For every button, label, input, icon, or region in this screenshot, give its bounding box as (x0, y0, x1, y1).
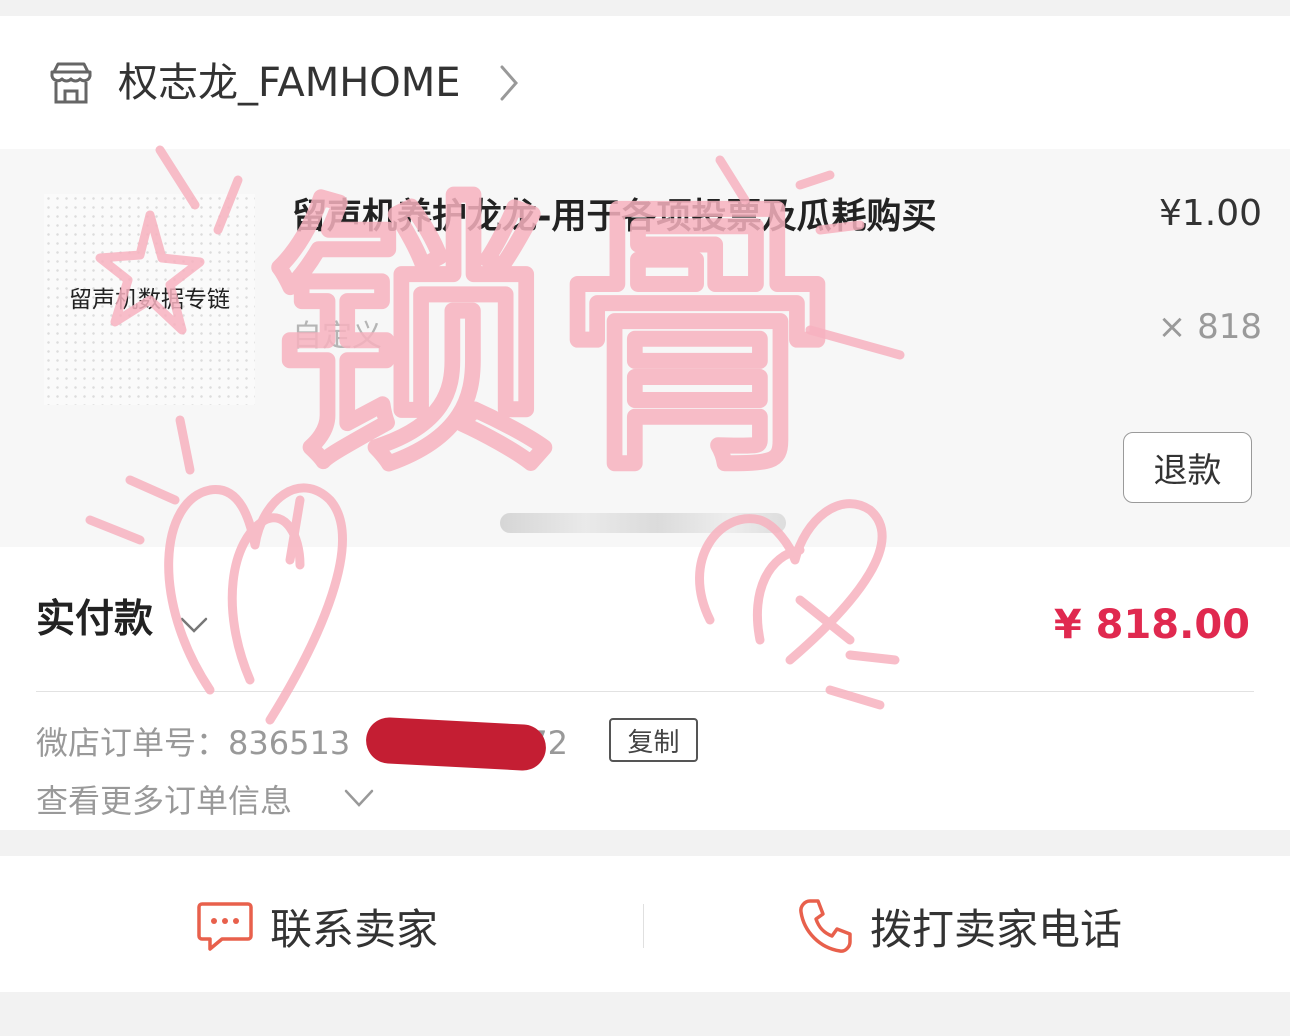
paid-amount: ¥ 818.00 (1053, 602, 1250, 648)
chevron-right-icon (500, 65, 518, 101)
redaction-scribble (364, 716, 548, 772)
product-title[interactable]: 留声机养护龙龙-用于各项投票及瓜耗购买 (292, 195, 942, 283)
chevron-down-icon[interactable] (180, 616, 208, 634)
shop-header[interactable]: 权志龙_FAMHOME (0, 16, 1290, 149)
product-thumbnail[interactable]: 留声机数据专链 (44, 194, 255, 405)
product-price: ¥1.00 (1158, 193, 1262, 234)
refund-button[interactable]: 退款 (1123, 432, 1252, 503)
order-number-prefix: 836513 (228, 724, 351, 762)
order-card: 权志龙_FAMHOME 留声机数据专链 留声机养护龙龙-用于各项投票及瓜耗购买 … (0, 16, 1290, 830)
action-bar: 联系卖家 拨打卖家电话 (0, 856, 1290, 992)
contact-seller-label: 联系卖家 (270, 904, 439, 954)
thumbnail-text: 留声机数据专链 (69, 287, 230, 313)
call-seller-button[interactable]: 拨打卖家电话 (796, 896, 1122, 956)
product-quantity: × 818 (1157, 307, 1262, 347)
copy-button[interactable]: 复制 (609, 718, 698, 762)
divider (643, 904, 644, 948)
divider (36, 691, 1254, 692)
redaction-blur (500, 513, 786, 533)
call-seller-label: 拨打卖家电话 (870, 904, 1123, 954)
product-item[interactable]: 留声机数据专链 留声机养护龙龙-用于各项投票及瓜耗购买 自定义 ¥1.00 × … (0, 149, 1290, 547)
store-icon (50, 62, 92, 104)
shop-name[interactable]: 权志龙_FAMHOME (118, 56, 461, 110)
product-spec: 自定义 (292, 319, 382, 354)
paid-amount-label[interactable]: 实付款 (36, 588, 153, 644)
more-order-info[interactable]: 查看更多订单信息 (36, 776, 292, 822)
contact-seller-button[interactable]: 联系卖家 (196, 898, 438, 954)
chat-bubble-icon (197, 902, 253, 951)
phone-icon (799, 899, 852, 953)
order-number-label: 微店订单号： (36, 724, 229, 762)
chevron-down-icon[interactable] (344, 788, 374, 808)
